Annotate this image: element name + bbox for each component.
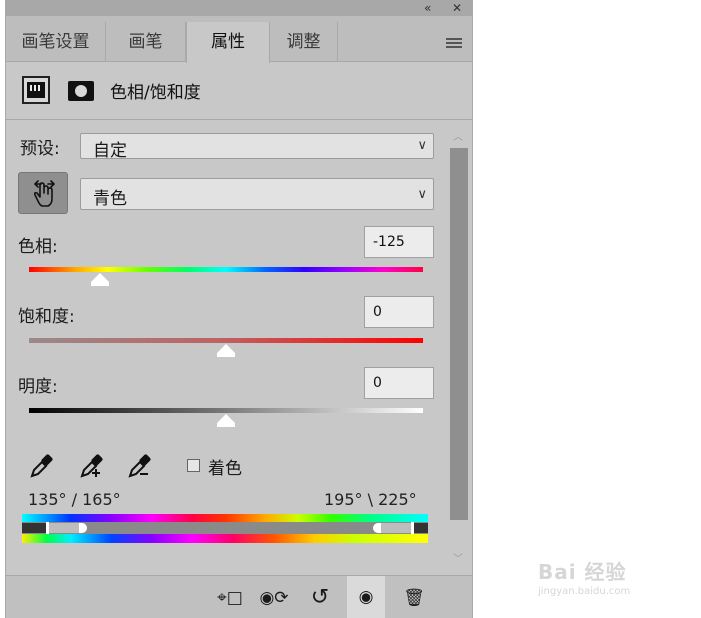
- hue-gradient-bar: [29, 267, 423, 272]
- range-falloff-inner-left: [49, 523, 79, 533]
- preset-label: 预设:: [20, 139, 60, 159]
- baidu-watermark: Bai 经验 jingyan.baidu.com: [538, 542, 668, 600]
- eyedropper-add-icon[interactable]: [78, 452, 106, 480]
- saturation-input[interactable]: 0: [364, 296, 434, 328]
- layer-mask-icon[interactable]: [68, 81, 94, 101]
- panel-menu-icon[interactable]: [446, 38, 462, 48]
- scroll-up-icon[interactable]: ︿: [453, 128, 463, 143]
- lightness-gradient-bar: [29, 408, 423, 413]
- adjustment-header: 色相/饱和度: [6, 62, 472, 120]
- tab-properties[interactable]: 属性: [186, 22, 270, 63]
- hue-label: 色相:: [18, 237, 58, 257]
- panel-title-strip: « ✕: [6, 0, 472, 16]
- colorize-label: 着色: [208, 459, 242, 479]
- saturation-gradient-bar: [29, 338, 423, 343]
- range-left-degrees: 135° / 165°: [28, 490, 121, 509]
- saturation-label: 饱和度:: [18, 307, 75, 327]
- range-handle-inner-left[interactable]: [79, 523, 87, 533]
- scrollbar-thumb[interactable]: [450, 148, 468, 520]
- hue-slider-thumb[interactable]: [90, 273, 109, 286]
- input-color-spectrum: [22, 514, 428, 522]
- adjustment-title: 色相/饱和度: [110, 83, 201, 103]
- saturation-slider-thumb[interactable]: [217, 344, 235, 357]
- preset-select[interactable]: 自定 ∨: [80, 133, 434, 161]
- lightness-input[interactable]: 0: [364, 367, 434, 399]
- reset-icon[interactable]: ↺: [304, 582, 336, 614]
- range-falloff-left: [22, 523, 48, 533]
- watermark-url: jingyan.baidu.com: [538, 586, 631, 597]
- lightness-label: 明度:: [18, 377, 58, 397]
- trash-icon[interactable]: 🗑: [398, 582, 430, 614]
- visibility-eye-icon[interactable]: ◉: [347, 576, 385, 618]
- range-handle-inner-right[interactable]: [373, 523, 381, 533]
- watermark-logo: Bai 经验: [538, 560, 627, 584]
- close-icon[interactable]: ✕: [452, 0, 462, 16]
- colorize-checkbox[interactable]: [187, 459, 200, 472]
- panel-footer: ⌖□ ◉⟳ ↺ ◉ 🗑: [6, 575, 472, 618]
- slider-thumb-base: [90, 282, 109, 286]
- slider-thumb-triangle: [90, 273, 109, 282]
- channel-value: 青色: [93, 189, 127, 209]
- slider-thumb-base: [217, 353, 235, 357]
- slider-thumb-triangle: [217, 414, 235, 423]
- tab-bar: 画笔设置 画笔 属性 调整: [6, 16, 472, 63]
- scroll-down-icon[interactable]: ﹀: [453, 550, 463, 565]
- tab-brush[interactable]: 画笔: [106, 22, 186, 62]
- chevron-down-icon: ∨: [417, 187, 427, 202]
- color-range-slider[interactable]: [22, 522, 428, 534]
- output-color-spectrum: [22, 534, 428, 543]
- view-previous-state-icon[interactable]: ◉⟳: [258, 582, 290, 614]
- eyedropper-subtract-icon[interactable]: [126, 452, 154, 480]
- chevron-down-icon: ∨: [417, 138, 427, 153]
- targeted-adjustment-hand-icon[interactable]: [18, 172, 68, 214]
- tab-adjustments[interactable]: 调整: [270, 22, 338, 62]
- channel-select[interactable]: 青色 ∨: [80, 178, 434, 210]
- eyedropper-icon[interactable]: [28, 452, 56, 480]
- slider-thumb-triangle: [217, 344, 235, 353]
- lightness-slider-thumb[interactable]: [217, 414, 235, 427]
- adjustment-layer-icon[interactable]: [22, 76, 50, 104]
- preset-value: 自定: [93, 141, 127, 161]
- slider-thumb-base: [217, 423, 235, 427]
- range-right-degrees: 195° \ 225°: [324, 490, 417, 509]
- range-falloff-right: [414, 523, 428, 533]
- range-falloff-inner-right: [381, 523, 411, 533]
- properties-panel: « ✕ 画笔设置 画笔 属性 调整 色相/饱和度 ︿ ﹀ 预设: 自定 ∨ 青色: [5, 0, 473, 618]
- hue-input[interactable]: -125: [364, 226, 434, 258]
- clip-to-layer-icon[interactable]: ⌖□: [214, 582, 246, 614]
- tab-brush-settings[interactable]: 画笔设置: [6, 22, 106, 62]
- collapse-icon[interactable]: «: [424, 0, 431, 16]
